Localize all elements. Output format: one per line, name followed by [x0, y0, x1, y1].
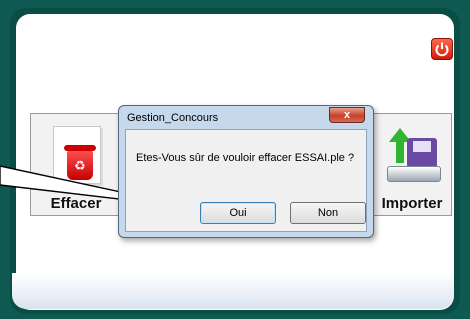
dialog-body: Etes-Vous sûr de vouloir effacer ESSAI.p… — [125, 129, 367, 232]
confirm-dialog: Gestion_Concours x Etes-Vous sûr de voul… — [118, 105, 374, 238]
dialog-message: Etes-Vous sûr de vouloir effacer ESSAI.p… — [136, 152, 355, 164]
oui-button[interactable]: Oui — [200, 202, 276, 224]
close-icon: x — [343, 109, 351, 121]
non-button[interactable]: Non — [290, 202, 366, 224]
close-button[interactable]: x — [329, 107, 365, 123]
dialog-title: Gestion_Concours — [127, 112, 219, 124]
